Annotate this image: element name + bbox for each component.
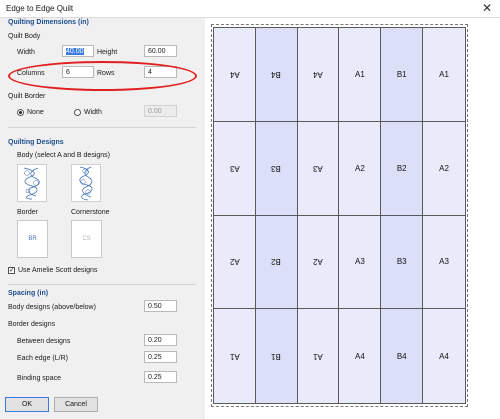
quilt-block-cell: A1	[339, 28, 382, 122]
each-edge-input[interactable]: 0.25	[144, 351, 177, 363]
design-a-swirl-icon	[23, 167, 40, 200]
quilt-layout-grid: A4 B4 A4 A1 B1 A1 A3 B3 A3 A2 B2 A2 A2 B2 A2 A3 B3 A3 A1 B1…	[213, 27, 466, 404]
quilt-block-cell: A4	[423, 309, 465, 403]
between-designs-label: Between designs	[17, 338, 71, 345]
annotation-ellipse	[8, 61, 197, 91]
between-designs-input[interactable]: 0.20	[144, 334, 177, 346]
quilt-block-cell: B2	[255, 215, 298, 310]
quilt-block-label: A3	[313, 163, 323, 173]
quilt-block-cell: A2	[423, 121, 465, 216]
quilt-block-cell: A4	[214, 28, 256, 122]
design-b-swirl-icon	[79, 166, 93, 201]
quilt-block-cell: A2	[297, 215, 340, 310]
quilt-block-cell: A1	[297, 309, 340, 403]
height-label: Height	[97, 49, 118, 56]
quilt-block-label: A3	[439, 257, 449, 267]
quilt-block-label: A4	[439, 351, 449, 361]
quilt-block-label: A2	[355, 163, 365, 173]
ok-button[interactable]: OK	[5, 397, 49, 412]
border-design-button[interactable]: BR	[17, 220, 48, 258]
quilt-block-cell: A2	[214, 215, 256, 310]
title-bar: Edge to Edge Quilt ✕	[0, 0, 500, 18]
design-b-thumbnail[interactable]	[71, 164, 101, 202]
quilt-block-label: A1	[355, 69, 365, 79]
quilt-block-label: B2	[271, 257, 282, 267]
quilt-block-cell: A3	[297, 121, 340, 216]
window-title: Edge to Edge Quilt	[6, 4, 74, 13]
border-none-radio[interactable]	[17, 109, 24, 116]
body-designs-spacing-label: Body designs (above/below)	[8, 304, 96, 311]
use-amelie-label: Use Amelie Scott designs	[18, 267, 98, 274]
quilt-block-label: A3	[355, 257, 365, 267]
each-edge-label: Each edge (L/R)	[17, 355, 68, 362]
width-label: Width	[17, 49, 35, 56]
quilt-block-label: B2	[396, 163, 407, 173]
divider	[8, 284, 196, 285]
binding-space-input[interactable]: 0.25	[144, 371, 177, 383]
quilt-block-label: B1	[271, 351, 282, 361]
quilt-block-label: A2	[439, 163, 449, 173]
quilt-block-cell: B4	[255, 28, 298, 122]
quilt-block-label: A4	[229, 69, 240, 79]
quilt-block-cell: A3	[423, 215, 465, 310]
quilt-block-cell: A2	[339, 121, 382, 216]
border-width-input[interactable]: 0.00	[144, 105, 177, 117]
quilt-block-label: A4	[313, 69, 323, 79]
border-width-label: Width	[84, 109, 102, 116]
border-width-radio[interactable]	[74, 109, 81, 116]
quilt-block-cell: B3	[255, 121, 298, 216]
height-input[interactable]: 60.00	[144, 45, 177, 57]
quilt-block-label: B3	[271, 163, 282, 173]
quilt-block-label: A1	[229, 351, 240, 361]
quilt-block-label: A1	[313, 351, 323, 361]
quilt-block-cell: B2	[381, 121, 424, 216]
quilt-block-label: B1	[396, 69, 407, 79]
quilt-block-cell: A4	[339, 309, 382, 403]
body-designs-spacing-input[interactable]: 0.50	[144, 300, 177, 312]
quilt-block-cell: A3	[339, 215, 382, 310]
quilt-block-label: A3	[229, 163, 240, 173]
border-header: Quilt Border	[8, 93, 46, 100]
quilt-block-cell: A3	[214, 121, 256, 216]
quilt-block-label: B4	[396, 351, 407, 361]
quilt-body-label: Quilt Body	[8, 33, 41, 40]
quilt-block-cell: B4	[381, 309, 424, 403]
spacing-header: Spacing (in)	[8, 290, 49, 297]
quilt-block-label: B4	[271, 69, 282, 79]
cornerstone-design-button[interactable]: CS	[71, 220, 102, 258]
cancel-button[interactable]: Cancel	[54, 397, 98, 412]
quilt-block-cell: A1	[423, 28, 465, 122]
border-designs-label: Border designs	[8, 321, 56, 328]
border-none-label: None	[27, 109, 44, 116]
quilt-block-label: A1	[439, 69, 449, 79]
width-input[interactable]: 40.00	[62, 45, 94, 57]
quilt-block-label: A2	[313, 257, 323, 267]
quilt-block-label: B3	[396, 257, 407, 267]
binding-space-label: Binding space	[17, 375, 61, 382]
quilt-block-cell: B1	[255, 309, 298, 403]
quilt-block-cell: B1	[381, 28, 424, 122]
use-amelie-checkbox[interactable]: ✓	[8, 267, 15, 274]
quilt-block-cell: A4	[297, 28, 340, 122]
quilt-block-cell: A1	[214, 309, 256, 403]
cornerstone-label: Cornerstone	[71, 209, 110, 216]
border-design-label: Border	[17, 209, 39, 216]
body-designs-label: Body (select A and B designs)	[17, 152, 110, 159]
dimensions-header: Quilting Dimensions (in)	[8, 19, 89, 26]
quilt-block-label: A2	[229, 257, 240, 267]
quilt-block-cell: B3	[381, 215, 424, 310]
close-icon[interactable]: ✕	[482, 1, 492, 15]
design-a-thumbnail[interactable]	[17, 164, 47, 202]
designs-header: Quilting Designs	[8, 139, 64, 146]
divider	[8, 127, 196, 128]
quilt-block-label: A4	[355, 351, 365, 361]
